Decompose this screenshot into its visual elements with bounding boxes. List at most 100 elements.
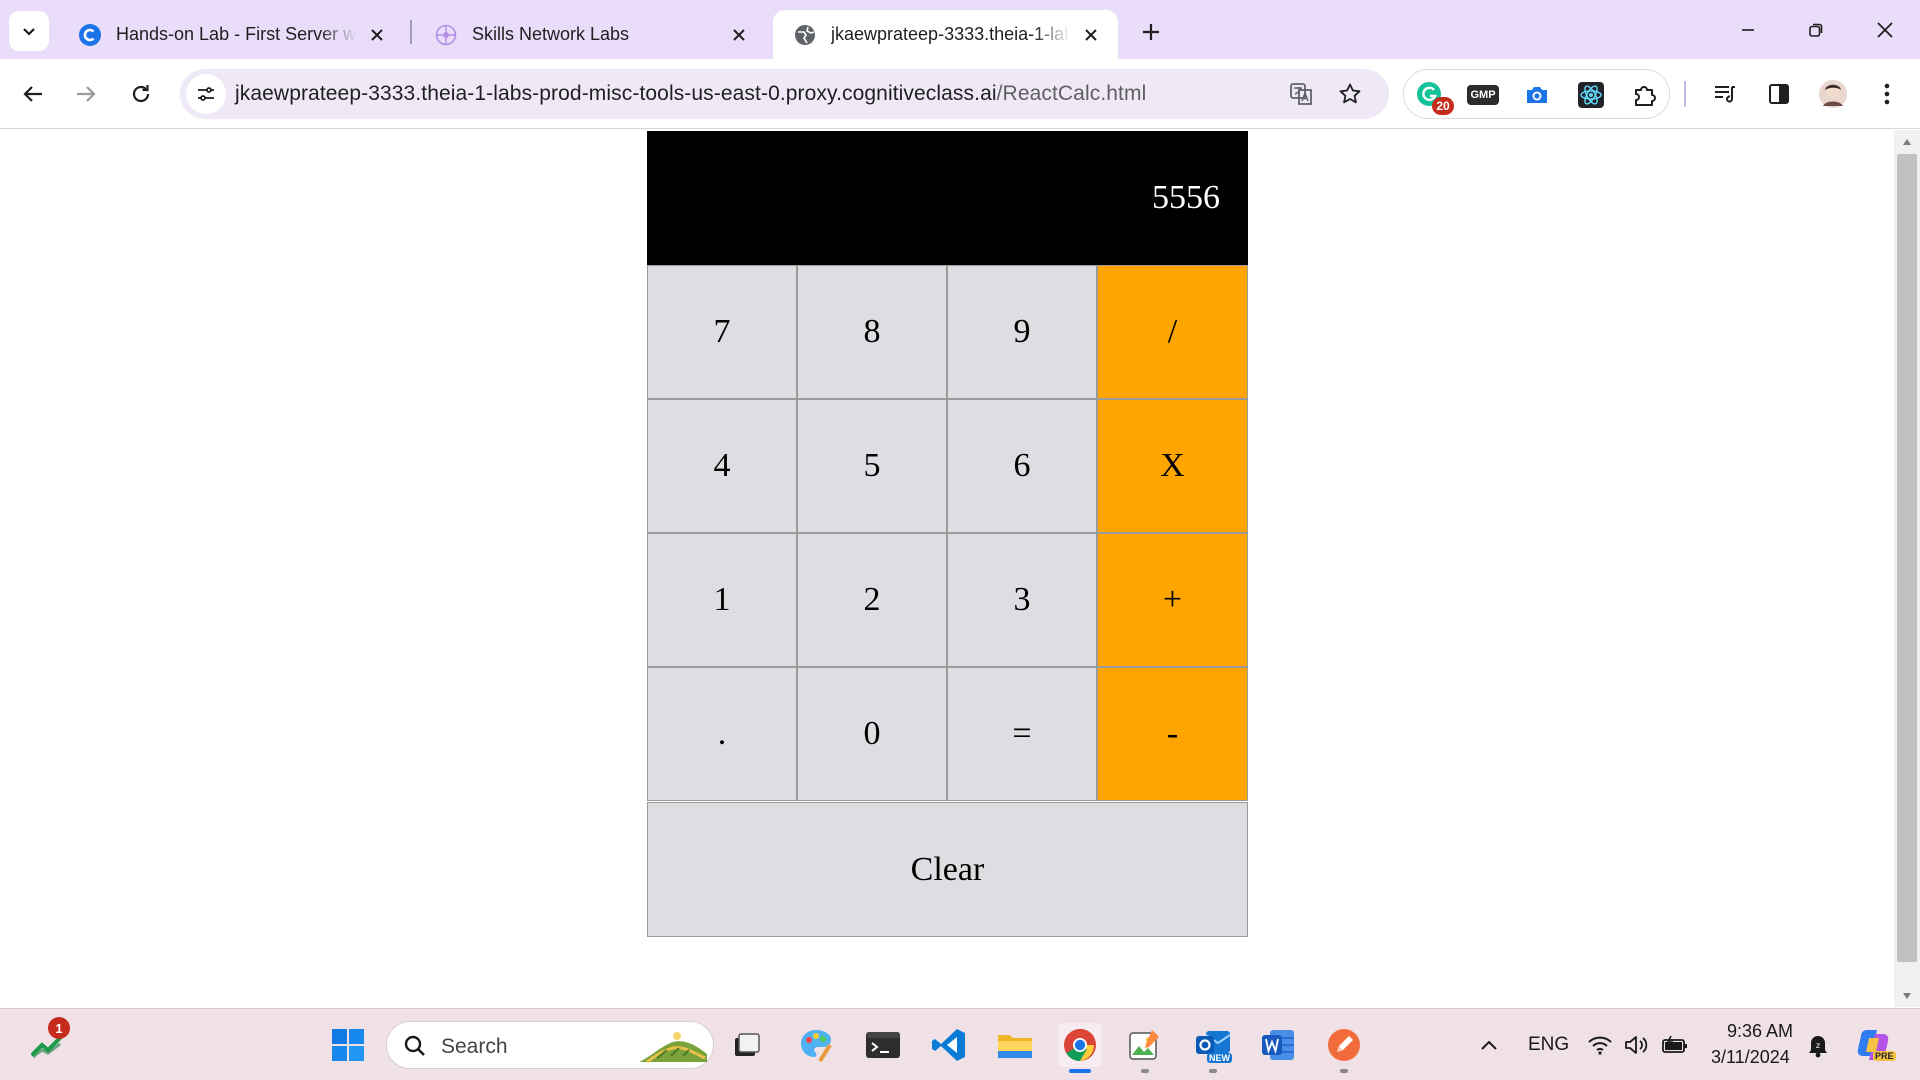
chevron-up-icon[interactable] bbox=[1467, 1023, 1511, 1067]
key-4[interactable]: 4 bbox=[647, 399, 797, 533]
photos-editor-icon[interactable] bbox=[1122, 1023, 1166, 1067]
chrome-active-indicator bbox=[1069, 1069, 1091, 1073]
grammarly-icon[interactable]: 20 bbox=[1414, 79, 1454, 115]
browser-toolbar: jkaewprateep-3333.theia-1-labs-prod-misc… bbox=[0, 59, 1920, 129]
pen-app-icon[interactable] bbox=[1322, 1023, 1366, 1067]
minimize-icon bbox=[1742, 29, 1754, 31]
clock-date[interactable]: 3/11/2024 bbox=[1711, 1047, 1790, 1068]
reading-list-icon[interactable] bbox=[1709, 78, 1741, 110]
arrow-left-icon bbox=[23, 86, 42, 102]
url-text[interactable]: jkaewprateep-3333.theia-1-labs-prod-misc… bbox=[235, 82, 1146, 106]
key-add[interactable]: + bbox=[1097, 533, 1248, 667]
key-equals[interactable]: = bbox=[947, 667, 1097, 801]
site-info-button[interactable] bbox=[186, 74, 226, 114]
tab-hands-on-lab[interactable]: Hands-on Lab - First Server with Express bbox=[58, 10, 404, 59]
more-menu-icon[interactable] bbox=[1871, 78, 1903, 110]
globe-icon bbox=[793, 23, 817, 47]
task-view-icon[interactable] bbox=[725, 1023, 769, 1067]
pre-badge: PRE bbox=[1873, 1051, 1896, 1061]
key-divide[interactable]: / bbox=[1097, 265, 1248, 399]
calculator-display: 5556 bbox=[647, 131, 1248, 265]
vscode-icon[interactable] bbox=[927, 1023, 971, 1067]
taskbar-search-box[interactable]: Search bbox=[386, 1021, 714, 1069]
tab-title: jkaewprateep-3333.theia-1-labs-prod-misc… bbox=[831, 24, 1070, 44]
copilot-icon[interactable]: PRE bbox=[1851, 1023, 1896, 1067]
url-host: jkaewprateep-3333.theia-1-labs-prod-misc… bbox=[235, 82, 997, 105]
forward-button[interactable] bbox=[66, 74, 106, 114]
battery-icon[interactable] bbox=[1653, 1023, 1697, 1067]
bookmark-star-icon[interactable] bbox=[1334, 78, 1366, 110]
tab-title: Hands-on Lab - First Server with Express bbox=[116, 24, 356, 44]
word-icon[interactable] bbox=[1256, 1023, 1300, 1067]
notification-icon[interactable]: z bbox=[1798, 1023, 1838, 1067]
translate-icon[interactable] bbox=[1286, 78, 1318, 110]
file-explorer-icon[interactable] bbox=[993, 1023, 1037, 1067]
key-1[interactable]: 1 bbox=[647, 533, 797, 667]
key-7[interactable]: 7 bbox=[647, 265, 797, 399]
gmp-extension-icon[interactable]: GMP bbox=[1467, 79, 1499, 111]
url-path: /ReactCalc.html bbox=[996, 82, 1147, 105]
key-8[interactable]: 8 bbox=[797, 265, 947, 399]
clock-time[interactable]: 9:36 AM bbox=[1727, 1021, 1793, 1042]
widget-badge: 1 bbox=[48, 1017, 70, 1039]
close-icon[interactable] bbox=[364, 22, 390, 48]
key-3[interactable]: 3 bbox=[947, 533, 1097, 667]
tune-icon bbox=[198, 87, 214, 101]
tab-react-calc[interactable]: jkaewprateep-3333.theia-1-labs-prod-misc… bbox=[773, 10, 1118, 59]
new-tab-button[interactable] bbox=[1133, 14, 1169, 50]
tab-skills-network-labs[interactable]: Skills Network Labs bbox=[414, 10, 766, 59]
cognitiveclass-icon bbox=[78, 23, 102, 47]
profile-avatar[interactable] bbox=[1817, 78, 1849, 110]
stocks-widget-icon[interactable]: 1 bbox=[26, 1017, 70, 1067]
side-panel-icon[interactable] bbox=[1763, 78, 1795, 110]
camera-icon[interactable] bbox=[1521, 79, 1553, 111]
volume-icon[interactable] bbox=[1616, 1023, 1656, 1067]
scroll-up-icon[interactable] bbox=[1898, 134, 1916, 150]
extensions-group: 20 GMP bbox=[1403, 69, 1670, 119]
minimize-button[interactable] bbox=[1718, 8, 1778, 52]
extensions-puzzle-icon[interactable] bbox=[1629, 79, 1661, 111]
plus-icon bbox=[1143, 24, 1159, 40]
language-indicator[interactable]: ENG bbox=[1528, 1034, 1569, 1056]
key-5[interactable]: 5 bbox=[797, 399, 947, 533]
scrollbar-thumb[interactable] bbox=[1897, 154, 1917, 962]
close-icon[interactable] bbox=[1078, 22, 1104, 48]
grammarly-badge: 20 bbox=[1432, 97, 1454, 115]
browser-tab-strip: Hands-on Lab - First Server with Express… bbox=[0, 0, 1920, 59]
restore-button[interactable] bbox=[1786, 8, 1846, 52]
search-placeholder: Search bbox=[441, 1035, 508, 1058]
windows-taskbar: 1 Search NEW ENG 9:36 AM 3/11/2024 z PRE bbox=[0, 1008, 1920, 1080]
search-icon bbox=[404, 1035, 425, 1056]
outlook-new-icon[interactable]: NEW bbox=[1191, 1023, 1235, 1067]
key-decimal[interactable]: . bbox=[647, 667, 797, 801]
key-2[interactable]: 2 bbox=[797, 533, 947, 667]
reload-icon bbox=[132, 85, 150, 103]
clear-button[interactable]: Clear bbox=[647, 802, 1248, 937]
wifi-icon[interactable] bbox=[1580, 1023, 1620, 1067]
key-6[interactable]: 6 bbox=[947, 399, 1097, 533]
close-icon[interactable] bbox=[726, 22, 752, 48]
terminal-icon[interactable] bbox=[861, 1023, 905, 1067]
reload-button[interactable] bbox=[121, 74, 161, 114]
display-value: 5556 bbox=[1152, 179, 1220, 216]
paint-app-icon[interactable] bbox=[794, 1023, 838, 1067]
key-0[interactable]: 0 bbox=[797, 667, 947, 801]
arrow-right-icon bbox=[77, 86, 96, 102]
svg-text:z: z bbox=[1816, 1041, 1820, 1050]
scroll-down-icon[interactable] bbox=[1898, 988, 1916, 1004]
running-indicator bbox=[1209, 1069, 1217, 1073]
address-bar[interactable]: jkaewprateep-3333.theia-1-labs-prod-misc… bbox=[180, 69, 1389, 119]
chrome-icon[interactable] bbox=[1058, 1023, 1102, 1067]
key-9[interactable]: 9 bbox=[947, 265, 1097, 399]
restore-icon bbox=[1809, 23, 1823, 37]
close-window-button[interactable] bbox=[1855, 8, 1915, 52]
calculator: 5556 7 8 9 / 4 5 6 X 1 2 3 + . 0 = - Cle… bbox=[647, 131, 1248, 940]
windows-start-icon[interactable] bbox=[326, 1023, 370, 1067]
key-multiply[interactable]: X bbox=[1097, 399, 1248, 533]
key-subtract[interactable]: - bbox=[1097, 667, 1248, 801]
running-indicator bbox=[1141, 1069, 1149, 1073]
tab-search-button[interactable] bbox=[9, 11, 49, 51]
react-devtools-icon[interactable] bbox=[1575, 79, 1607, 111]
back-button[interactable] bbox=[13, 74, 53, 114]
new-badge: NEW bbox=[1207, 1053, 1232, 1063]
